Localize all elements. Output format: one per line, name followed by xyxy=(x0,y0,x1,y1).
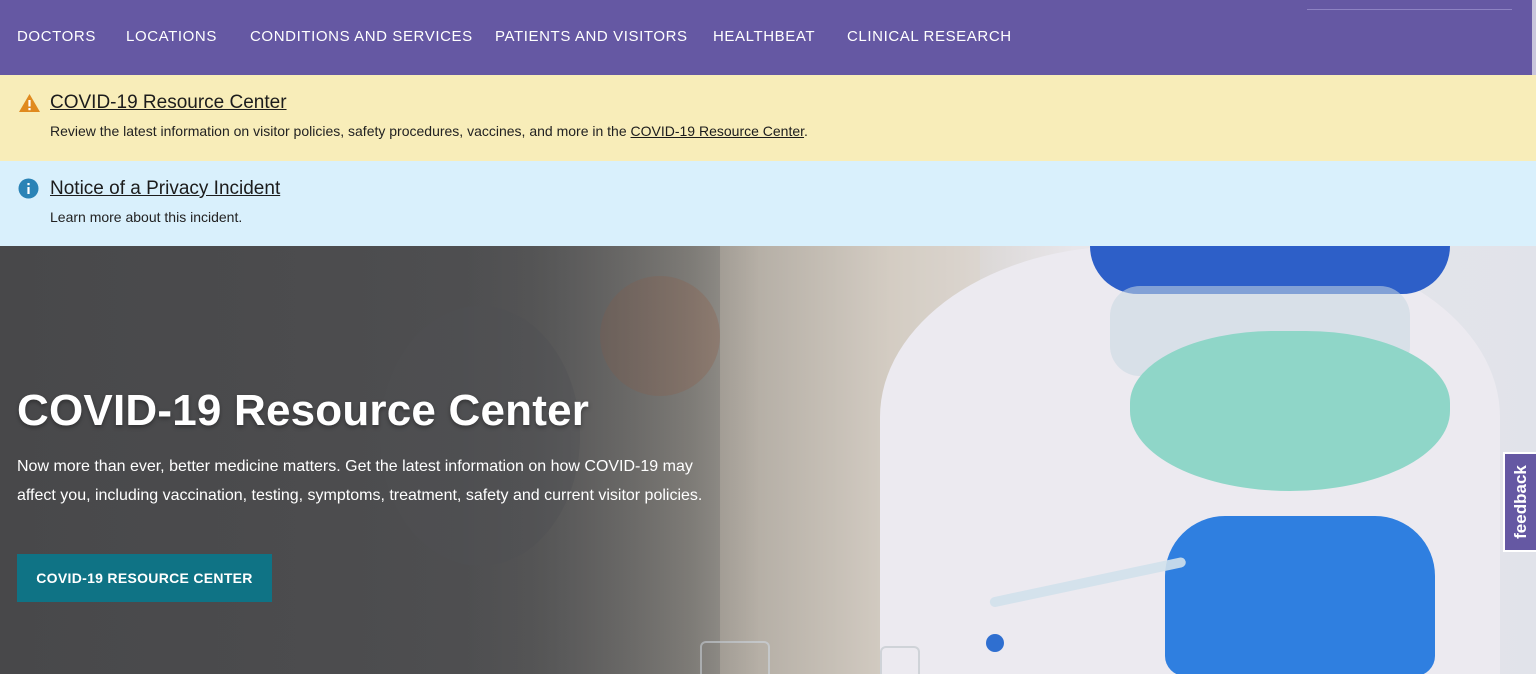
covid-alert-title-link[interactable]: COVID-19 Resource Center xyxy=(50,92,287,114)
feedback-tab[interactable]: feedback xyxy=(1503,452,1536,552)
nav-item-healthbeat[interactable]: HEALTHBEAT xyxy=(713,28,815,45)
hero-banner: COVID-19 Resource Center Now more than e… xyxy=(0,246,1536,674)
privacy-alert-title-link[interactable]: Notice of a Privacy Incident xyxy=(50,178,280,200)
hero-description: Now more than ever, better medicine matt… xyxy=(17,458,703,504)
search-field-underline[interactable] xyxy=(1307,9,1512,10)
nav-item-locations[interactable]: LOCATIONS xyxy=(126,28,217,45)
nav-item-doctors[interactable]: DOCTORS xyxy=(17,28,96,45)
privacy-alert-text: Learn more about this incident. xyxy=(50,209,243,225)
covid-alert-text-suffix: . xyxy=(804,123,808,139)
nav-item-conditions-and-services[interactable]: CONDITIONS AND SERVICES xyxy=(250,28,473,45)
top-navigation: DOCTORS LOCATIONS CONDITIONS AND SERVICE… xyxy=(0,0,1536,75)
covid-alert-text-prefix: Review the latest information on visitor… xyxy=(50,123,631,139)
covid-alert-text: Review the latest information on visitor… xyxy=(50,123,808,139)
covid-alert-banner: COVID-19 Resource Center Review the late… xyxy=(0,75,1536,161)
warning-icon xyxy=(18,93,41,118)
covid-alert-inline-link[interactable]: COVID-19 Resource Center xyxy=(631,123,805,139)
covid-resource-center-button[interactable]: COVID-19 RESOURCE CENTER xyxy=(17,554,272,602)
hero-title: COVID-19 Resource Center xyxy=(17,386,590,435)
nav-item-clinical-research[interactable]: CLINICAL RESEARCH xyxy=(847,28,1012,45)
nav-item-patients-and-visitors[interactable]: PATIENTS AND VISITORS xyxy=(495,28,688,45)
scrollbar-edge xyxy=(1532,0,1536,75)
privacy-alert-banner: Notice of a Privacy Incident Learn more … xyxy=(0,161,1536,246)
info-icon xyxy=(18,178,39,204)
feedback-label: feedback xyxy=(1510,465,1530,539)
